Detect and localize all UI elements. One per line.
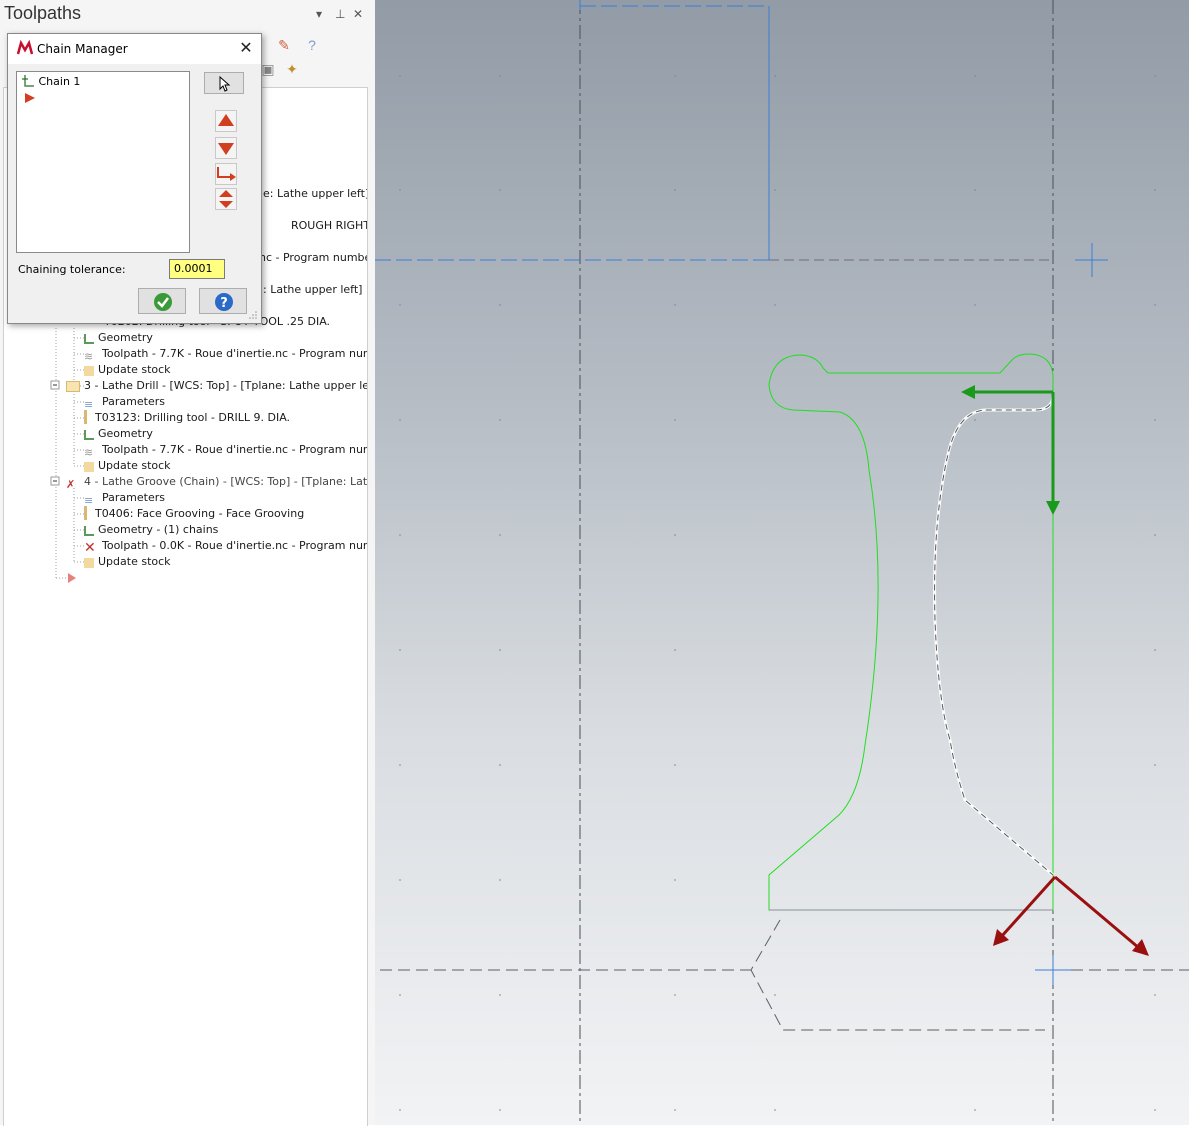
tree-row-parameters[interactable]: ≡ Parameters [84, 490, 165, 507]
folder-icon [66, 381, 80, 392]
chain-list[interactable]: Chain 1 [16, 71, 190, 253]
tree-row-operation[interactable]: 3 - Lathe Drill - [WCS: Top] - [Tplane: … [66, 378, 368, 394]
insert-point-arrow-icon [25, 93, 35, 103]
tree-row-tool[interactable]: T03123: Drilling tool - DRILL 9. DIA. [84, 410, 290, 426]
move-up-arrow-icon[interactable] [215, 110, 237, 132]
grid-dots [399, 75, 1156, 1111]
stock-icon [84, 462, 94, 472]
tree-row-label: Toolpath - 0.0K - Roue d'inertie.nc - Pr… [102, 539, 367, 552]
ok-button[interactable] [138, 288, 186, 314]
mastercam-logo-icon [17, 40, 33, 55]
close-icon[interactable]: ✕ [353, 6, 363, 22]
panel-title: Toolpaths [4, 3, 82, 23]
tree-row-operation[interactable]: ✗ 4 - Lathe Groove (Chain) - [WCS: Top] -… [66, 474, 368, 491]
tree-row-label: Toolpath - 7.7K - Roue d'inertie.nc - Pr… [102, 443, 367, 456]
selected-chain-dash [934, 394, 1054, 876]
tree-row-label: Geometry [98, 427, 153, 440]
tree-row-label: Geometry - (1) chains [98, 523, 219, 536]
tree-row-parameters[interactable]: ≡ Parameters [84, 394, 165, 411]
chain-manager-dialog: Chain Manager ✕ Chain 1 Chaining toleran… [7, 33, 262, 324]
tree-row[interactable]: nc - Program number 1 [259, 250, 367, 266]
close-icon[interactable]: ✕ [236, 39, 256, 59]
tree-row-toolpath[interactable]: ≋ Toolpath - 7.7K - Roue d'inertie.nc - P… [84, 442, 367, 459]
tree-row[interactable]: ROUGH RIGHT - 80 D [291, 218, 367, 234]
chaining-tolerance-input[interactable]: 0.0001 [169, 259, 225, 279]
wcs-blue-lines [375, 0, 770, 261]
tree-row-geometry[interactable]: Geometry [84, 426, 153, 442]
geometry-icon [84, 526, 94, 536]
tree-row-tool[interactable]: T0406: Face Grooving - Face Grooving [84, 506, 304, 522]
reverse-chain-icon[interactable] [215, 163, 237, 185]
stock-boundary-lines [380, 919, 1189, 1031]
tree-row-toolpath[interactable]: ✕ Toolpath - 0.0K - Roue d'inertie.nc - P… [84, 538, 367, 556]
drill-tool-icon [84, 410, 91, 424]
tree-row-label: 4 - Lathe Groove (Chain) - [WCS: Top] - … [84, 475, 368, 488]
geometry-icon [84, 334, 94, 344]
part-profile-geometry[interactable] [768, 353, 1054, 911]
tree-row-label: T03123: Drilling tool - DRILL 9. DIA. [95, 411, 291, 424]
tree-row-geometry[interactable]: Geometry [84, 330, 153, 346]
help-circle-icon[interactable]: ? [302, 35, 322, 55]
toolpath-wave-icon: ≋ [84, 446, 94, 459]
center-lines [579, 0, 1054, 1125]
tree-row-geometry[interactable]: Geometry - (1) chains [84, 522, 218, 538]
stock-icon [84, 558, 94, 568]
wand-tool-icon[interactable]: ✦ [282, 59, 302, 79]
dialog-titlebar[interactable]: Chain Manager ✕ [8, 34, 261, 64]
move-down-arrow-icon[interactable] [215, 137, 237, 159]
checkmark-icon [154, 293, 172, 311]
highlight-tool-icon[interactable]: ✎ [274, 35, 294, 55]
svg-text:?: ? [220, 296, 228, 311]
resize-grip-icon[interactable] [248, 310, 258, 320]
tree-row-label: Geometry [98, 331, 153, 344]
toolpath-wave-icon: ≋ [84, 350, 94, 363]
green-axis-arrows [961, 385, 1060, 515]
graphics-viewport[interactable] [375, 0, 1189, 1125]
chain-list-item[interactable]: Chain 1 [21, 74, 80, 90]
help-button[interactable]: ? [199, 288, 247, 314]
tree-row-update-stock[interactable]: Update stock [84, 362, 171, 378]
panel-header: Toolpaths ▾ ⊥ ✕ [0, 0, 375, 32]
tree-row-label: Update stock [98, 555, 171, 568]
invalid-toolpath-icon: ✕ [84, 540, 96, 556]
origin-blue-marker [1035, 955, 1071, 985]
tree-row-label: Update stock [98, 363, 171, 376]
tree-row-label: Update stock [98, 459, 171, 472]
parameters-icon: ≡ [84, 398, 94, 411]
cursor-arrow-icon [219, 76, 231, 92]
parameters-icon: ≡ [84, 494, 94, 507]
chaining-tolerance-label: Chaining tolerance: [18, 263, 126, 276]
help-icon: ? [215, 293, 233, 311]
tree-row-label: Toolpath - 7.7K - Roue d'inertie.nc - Pr… [102, 347, 367, 360]
selected-chain-highlight[interactable] [933, 394, 1055, 877]
tree-row-update-stock[interactable]: Update stock [84, 458, 171, 474]
chevron-down-icon[interactable]: ▾ [316, 6, 322, 22]
tree-row-label: Parameters [102, 491, 165, 504]
tree-row-label: T0406: Face Grooving - Face Grooving [95, 507, 305, 520]
select-chain-button[interactable] [204, 72, 244, 94]
pin-icon[interactable]: ⊥ [335, 6, 345, 22]
red-axis-arrows [993, 875, 1149, 956]
chain-item-label: Chain 1 [38, 75, 81, 88]
stock-icon [84, 366, 94, 376]
tree-row[interactable]: : Lathe upper left] [263, 282, 362, 298]
geometry-icon [84, 430, 94, 440]
wcs-origin-marker [1075, 243, 1108, 277]
chain-geometry-icon [22, 75, 34, 87]
tree-row-label: Parameters [102, 395, 165, 408]
groove-tool-icon [84, 506, 91, 520]
dialog-title: Chain Manager [37, 42, 128, 56]
reorder-chain-icon[interactable] [215, 188, 237, 210]
tree-row-toolpath[interactable]: ≋ Toolpath - 7.7K - Roue d'inertie.nc - P… [84, 346, 367, 363]
dirty-operation-icon: ✗ [66, 478, 76, 491]
tree-row-label: 3 - Lathe Drill - [WCS: Top] - [Tplane: … [84, 379, 368, 392]
tree-row[interactable]: e: Lathe upper left] [263, 186, 367, 202]
tree-row-update-stock[interactable]: Update stock [84, 554, 171, 570]
viewport-drawing [375, 0, 1189, 1125]
